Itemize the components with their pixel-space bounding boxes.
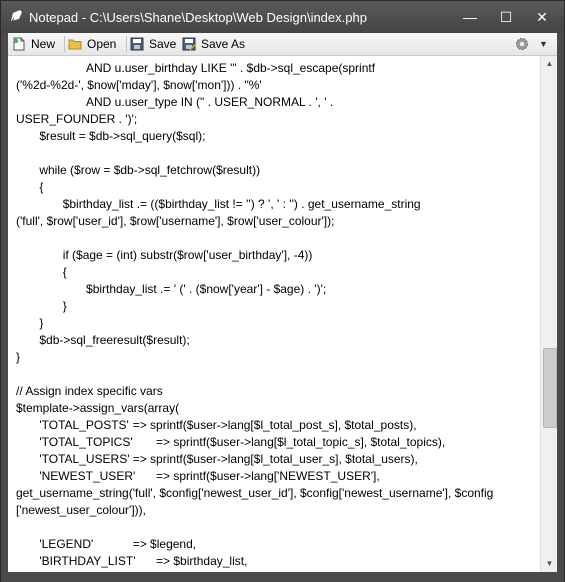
code-line[interactable] bbox=[16, 366, 538, 383]
close-button[interactable]: ✕ bbox=[531, 7, 553, 27]
chevron-down-icon[interactable]: ▼ bbox=[539, 36, 549, 52]
notepad-window: Notepad - C:\Users\Shane\Desktop\Web Des… bbox=[0, 0, 565, 582]
code-line[interactable]: ['newest_user_colour'])), bbox=[16, 502, 538, 519]
floppy-disk-icon bbox=[130, 37, 144, 51]
code-line[interactable]: $db->sql_freeresult($result); bbox=[16, 332, 538, 349]
code-line[interactable] bbox=[16, 230, 538, 247]
code-line[interactable]: AND u.user_type IN (" . USER_NORMAL . ',… bbox=[16, 94, 538, 111]
code-line[interactable]: $birthday_list .= ' (' . ($now['year'] -… bbox=[16, 281, 538, 298]
code-line[interactable]: 'NEWEST_USER' => sprintf($user->lang['NE… bbox=[16, 468, 538, 485]
code-line[interactable] bbox=[16, 145, 538, 162]
new-label: New bbox=[31, 37, 56, 51]
new-button[interactable]: New bbox=[12, 35, 60, 53]
code-line[interactable]: 'BIRTHDAY_LIST' => $birthday_list, bbox=[16, 553, 538, 570]
code-line[interactable]: 'TOTAL_POSTS' => sprintf($user->lang[$l_… bbox=[16, 417, 538, 434]
notepad-icon bbox=[11, 10, 22, 22]
code-line[interactable]: } bbox=[16, 315, 538, 332]
save-as-button[interactable]: Save As bbox=[182, 35, 246, 53]
open-label: Open bbox=[87, 37, 117, 51]
code-line[interactable] bbox=[16, 519, 538, 536]
code-line[interactable]: AND u.user_birthday LIKE '" . $db->sql_e… bbox=[16, 60, 538, 77]
window-title: Notepad - C:\Users\Shane\Desktop\Web Des… bbox=[29, 10, 367, 25]
gear-icon[interactable] bbox=[514, 36, 530, 52]
code-line[interactable]: ('%2d-%2d-', $now['mday'], $now['mon']))… bbox=[16, 77, 538, 94]
scroll-up-icon[interactable]: ▲ bbox=[541, 56, 557, 72]
title-bar[interactable]: Notepad - C:\Users\Shane\Desktop\Web Des… bbox=[1, 1, 564, 33]
code-line[interactable]: } bbox=[16, 298, 538, 315]
minimize-button[interactable]: — bbox=[459, 7, 481, 27]
code-line[interactable]: // Assign index specific vars bbox=[16, 383, 538, 400]
code-line[interactable]: $result = $db->sql_query($sql); bbox=[16, 128, 538, 145]
code-line[interactable]: $template->assign_vars(array( bbox=[16, 400, 538, 417]
folder-icon bbox=[68, 39, 82, 50]
save-label: Save bbox=[149, 37, 177, 51]
code-line[interactable]: ('full', $row['user_id'], $row['username… bbox=[16, 213, 538, 230]
toolbar-divider bbox=[126, 36, 127, 52]
save-as-label: Save As bbox=[201, 37, 246, 51]
open-button[interactable]: Open bbox=[68, 35, 123, 53]
code-line[interactable]: if ($age = (int) substr($row['user_birth… bbox=[16, 247, 538, 264]
maximize-button[interactable]: ☐ bbox=[495, 7, 517, 27]
window-bottom-border bbox=[1, 572, 564, 582]
code-line[interactable]: 'TOTAL_TOPICS' => sprintf($user->lang[$l… bbox=[16, 434, 538, 451]
new-file-icon bbox=[13, 37, 25, 51]
code-line[interactable]: } bbox=[16, 349, 538, 366]
toolbar-divider bbox=[64, 36, 65, 52]
code-text[interactable]: AND u.user_birthday LIKE '" . $db->sql_e… bbox=[16, 60, 538, 570]
scrollbar-thumb[interactable] bbox=[543, 348, 557, 428]
code-line[interactable]: 'LEGEND' => $legend, bbox=[16, 536, 538, 553]
code-line[interactable]: USER_FOUNDER . ')'; bbox=[16, 111, 538, 128]
code-line[interactable]: $birthday_list .= (($birthday_list != ''… bbox=[16, 196, 538, 213]
code-line[interactable]: 'TOTAL_USERS' => sprintf($user->lang[$l_… bbox=[16, 451, 538, 468]
code-line[interactable]: get_username_string('full', $config['new… bbox=[16, 485, 538, 502]
scroll-down-icon[interactable]: ▼ bbox=[541, 556, 557, 572]
code-line[interactable]: while ($row = $db->sql_fetchrow($result)… bbox=[16, 162, 538, 179]
toolbar: New Open Save Save As ▼ bbox=[8, 33, 557, 56]
code-line[interactable]: { bbox=[16, 264, 538, 281]
save-button[interactable]: Save bbox=[130, 35, 178, 53]
text-editor[interactable]: AND u.user_birthday LIKE '" . $db->sql_e… bbox=[8, 56, 557, 572]
vertical-scrollbar[interactable]: ▲ ▼ bbox=[540, 56, 557, 572]
code-line[interactable]: { bbox=[16, 179, 538, 196]
save-as-icon bbox=[182, 37, 196, 51]
